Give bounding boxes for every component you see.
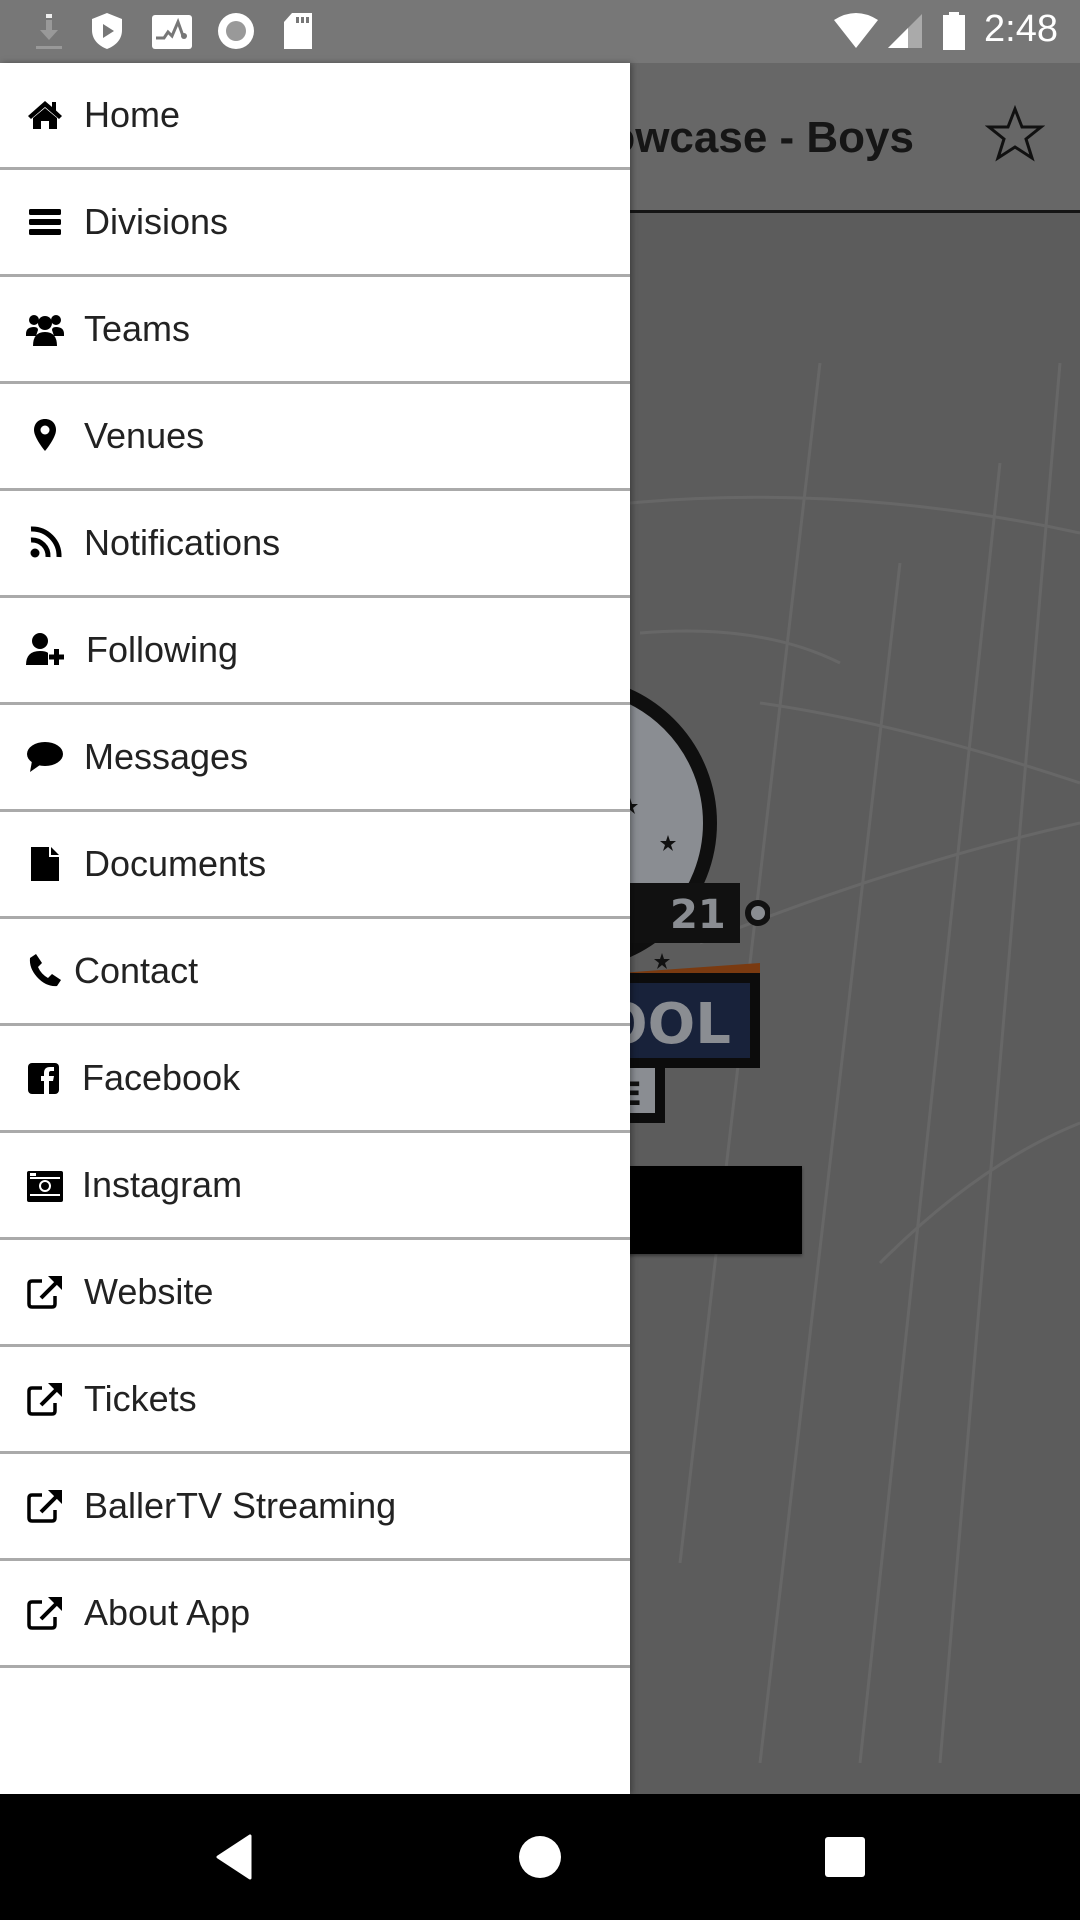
drawer-item-label: Facebook [82,1057,241,1098]
drawer-item-label: BallerTV Streaming [84,1485,397,1526]
sd-card-icon [284,13,312,49]
drawer-item-messages[interactable]: Messages [0,705,630,812]
drawer-item-notifications[interactable]: Notifications [0,491,630,598]
logo-number: 21 [670,892,726,938]
status-bar: 2:48 [0,0,1080,63]
recents-icon[interactable] [820,1832,870,1882]
clock: 2:48 [984,8,1058,50]
wifi-icon [834,13,878,48]
external-link-icon [26,1380,64,1418]
facebook-square-icon [26,1059,64,1097]
map-marker-icon [26,417,64,455]
file-icon [26,845,64,883]
external-link-icon [26,1273,64,1311]
users-icon [26,310,64,348]
drawer-item-label: Documents [84,843,267,884]
page-title: owcase - Boys [608,113,914,162]
drawer-item-venues[interactable]: Venues [0,384,630,491]
back-icon[interactable] [210,1832,260,1882]
star-outline-icon[interactable] [985,105,1045,165]
home-icon [26,96,64,134]
drawer-item-label: Following [86,629,239,670]
system-nav-bar [0,1794,1080,1920]
camera-icon [26,1166,64,1204]
battery-icon [943,12,965,50]
record-icon [218,13,254,49]
user-plus-icon [24,631,68,669]
drawer-item-label: Messages [84,736,249,777]
drawer-item-label: Divisions [84,201,229,242]
bars-icon [26,203,64,241]
drawer-item-divisions[interactable]: Divisions [0,170,630,277]
drawer-item-instagram[interactable]: Instagram [0,1133,630,1240]
signal-icon [888,14,922,48]
download-icon [36,14,62,49]
phone-icon [26,952,64,990]
drawer-item-label: About App [84,1592,251,1633]
activity-icon [152,15,192,49]
external-link-icon [26,1594,64,1632]
drawer-item-home[interactable]: Home [0,63,630,170]
drawer-item-label: Notifications [84,522,281,563]
drawer-item-label: Venues [84,415,205,456]
drawer-item-label: Tickets [84,1378,197,1419]
drawer-item-about-app[interactable]: About App [0,1561,630,1668]
drawer-item-teams[interactable]: Teams [0,277,630,384]
home-circle-icon[interactable] [515,1832,565,1882]
drawer-item-tickets[interactable]: Tickets [0,1347,630,1454]
drawer-item-label: Home [84,94,181,135]
drawer-item-website[interactable]: Website [0,1240,630,1347]
shield-play-icon [92,13,122,49]
external-link-icon [26,1487,64,1525]
drawer-item-contact[interactable]: Contact [0,919,630,1026]
drawer-item-ballertv-streaming[interactable]: BallerTV Streaming [0,1454,630,1561]
drawer-item-facebook[interactable]: Facebook [0,1026,630,1133]
drawer-item-label: Contact [74,950,199,991]
drawer-item-label: Website [84,1271,214,1312]
drawer-item-label: Instagram [82,1164,243,1205]
drawer-item-documents[interactable]: Documents [0,812,630,919]
drawer-item-following[interactable]: Following [0,598,630,705]
rss-icon [26,524,64,562]
navigation-drawer: Home Divisions Teams Venues Notification… [0,63,630,1794]
drawer-item-label: Teams [84,308,191,349]
comment-icon [26,738,64,776]
